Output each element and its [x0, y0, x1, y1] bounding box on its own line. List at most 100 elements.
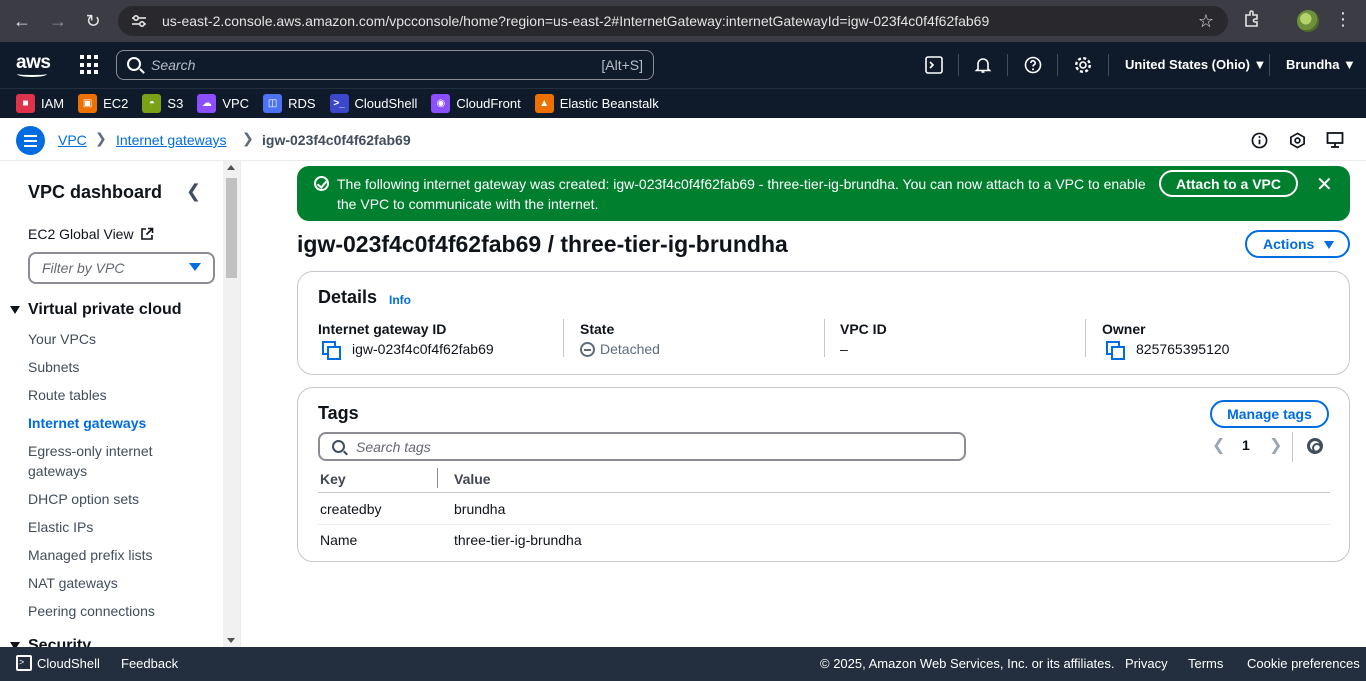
table-preferences-gear-icon[interactable]: [1307, 438, 1323, 454]
sidebar-title[interactable]: VPC dashboard: [28, 182, 162, 203]
favorite-cloudfront[interactable]: ◉ CloudFront: [431, 94, 521, 113]
column-divider: [1085, 319, 1086, 357]
ec2-global-view-link[interactable]: EC2 Global View: [28, 226, 154, 242]
favorite-label: EC2: [103, 96, 129, 111]
reload-icon[interactable]: ↻: [76, 4, 110, 38]
sidebar-item-route-tables[interactable]: Route tables: [28, 385, 107, 405]
ec2-global-view-label: EC2 Global View: [28, 226, 134, 242]
site-settings-icon[interactable]: [130, 12, 148, 30]
aws-top-nav: aws Search [Alt+S] United States (Ohio) …: [0, 42, 1366, 88]
account-menu[interactable]: Brundha ▼: [1286, 57, 1356, 72]
breadcrumb-vpc[interactable]: VPC: [58, 132, 87, 148]
tag-value-cell: three-tier-ig-brundha: [454, 532, 582, 548]
url-text: us-east-2.console.aws.amazon.com/vpccons…: [162, 13, 990, 29]
breadcrumb-current: igw-023f4c0f4f62fab69: [262, 132, 411, 148]
footer-privacy-link[interactable]: Privacy: [1125, 656, 1168, 671]
footer-feedback-link[interactable]: Feedback: [121, 656, 178, 671]
breadcrumb-bar: VPC ❯ Internet gateways ❯ igw-023f4c0f4f…: [0, 119, 1366, 161]
aws-logo[interactable]: aws: [16, 52, 51, 77]
settings-gear-icon[interactable]: [1072, 54, 1094, 76]
scrollbar-thumb[interactable]: [226, 178, 237, 278]
filter-by-vpc-select[interactable]: Filter by VPC: [28, 252, 215, 284]
global-search-input[interactable]: Search [Alt+S]: [116, 50, 654, 80]
back-icon[interactable]: ←: [5, 4, 39, 38]
region-selector[interactable]: United States (Ohio) ▼: [1125, 57, 1266, 72]
breadcrumb-internet-gateways[interactable]: Internet gateways: [116, 132, 227, 148]
extensions-icon[interactable]: [1242, 9, 1262, 32]
footer-terms-link[interactable]: Terms: [1188, 656, 1223, 671]
favorite-vpc[interactable]: ☁ VPC: [197, 94, 249, 113]
copy-icon[interactable]: [1106, 341, 1125, 360]
chevron-right-icon: ❯: [95, 130, 107, 146]
services-grid-icon[interactable]: [80, 55, 100, 75]
cloudshell-icon[interactable]: [923, 54, 945, 76]
browser-toolbar: ← → ↻ us-east-2.console.aws.amazon.com/v…: [0, 0, 1366, 42]
security-shield-icon[interactable]: [1288, 131, 1306, 149]
favorite-label: IAM: [41, 96, 65, 111]
sidebar-scrollbar[interactable]: [223, 161, 240, 647]
info-link[interactable]: Info: [389, 293, 411, 307]
info-panel-icon[interactable]: [1250, 131, 1268, 149]
previous-page-icon[interactable]: ❮: [1212, 435, 1225, 455]
sidebar-item-dhcp-option-sets[interactable]: DHCP option sets: [28, 489, 139, 509]
manage-tags-button[interactable]: Manage tags: [1210, 400, 1329, 428]
section-label: Virtual private cloud: [28, 301, 182, 318]
side-navigation-toggle[interactable]: [16, 126, 45, 155]
side-navigation: VPC dashboard ❮ EC2 Global View Filter b…: [0, 161, 241, 647]
favorite-elastic-beanstalk[interactable]: ▲ Elastic Beanstalk: [534, 94, 659, 113]
footer-cookie-preferences-link[interactable]: Cookie preferences: [1247, 656, 1360, 671]
sidebar-item-subnets[interactable]: Subnets: [28, 357, 79, 377]
sidebar-item-managed-prefix-lists[interactable]: Managed prefix lists: [28, 545, 153, 565]
scroll-down-arrow-icon[interactable]: [227, 638, 235, 643]
scroll-up-arrow-icon[interactable]: [227, 165, 235, 170]
sidebar-section-virtual-private-cloud[interactable]: Virtual private cloud: [10, 301, 182, 319]
detached-status-icon: [580, 341, 595, 357]
sidebar-item-nat-gateways[interactable]: NAT gateways: [28, 573, 118, 593]
search-tags-input[interactable]: Search tags: [318, 432, 966, 461]
favorite-rds[interactable]: ◫ RDS: [263, 94, 316, 113]
sidebar-item-peering-connections[interactable]: Peering connections: [28, 601, 155, 621]
forward-icon[interactable]: →: [41, 4, 75, 38]
favorite-s3[interactable]: ◓ S3: [142, 94, 183, 113]
footer-cloudshell-link[interactable]: CloudShell: [37, 656, 100, 671]
copy-icon[interactable]: [322, 341, 341, 360]
actions-button[interactable]: Actions: [1245, 230, 1350, 258]
sidebar-item-egress-only-internet-gateways[interactable]: Egress-only internet gateways: [28, 441, 178, 481]
next-page-icon[interactable]: ❯: [1269, 435, 1282, 455]
sidebar-section-security[interactable]: Security: [10, 637, 91, 647]
sidebar-item-elastic-ips[interactable]: Elastic IPs: [28, 517, 93, 537]
field-label: State: [580, 321, 615, 337]
owner-field: Owner 825765395120: [1102, 321, 1229, 360]
browser-menu-icon[interactable]: ⋮: [1334, 9, 1352, 30]
profile-avatar[interactable]: [1297, 10, 1319, 32]
sidebar-item-your-vpcs[interactable]: Your VPCs: [28, 329, 96, 349]
current-page-number[interactable]: 1: [1242, 437, 1250, 453]
details-heading: Details: [318, 287, 378, 307]
column-resizer[interactable]: [437, 468, 438, 488]
feedback-monitor-icon[interactable]: [1326, 131, 1344, 149]
external-link-icon: [140, 227, 153, 240]
collapse-sidebar-icon[interactable]: ❮: [186, 181, 201, 202]
close-icon[interactable]: ✕: [1316, 172, 1333, 197]
favorite-cloudshell[interactable]: >_ CloudShell: [329, 94, 418, 113]
favorite-iam[interactable]: ■ IAM: [16, 94, 64, 113]
tag-key-cell: createdby: [320, 501, 382, 517]
column-header-key[interactable]: Key: [320, 471, 346, 487]
bookmark-star-icon[interactable]: ☆: [1198, 11, 1214, 32]
row-divider: [318, 524, 1330, 525]
favorites-bar: ■ IAM ▣ EC2 ◓ S3 ☁ VPC ◫ RDS >_ CloudShell ◉ Cl…: [0, 88, 1366, 118]
favorite-label: CloudShell: [354, 96, 418, 111]
section-label: Security: [28, 637, 92, 647]
tags-panel: Tags Manage tags Search tags ❮ 1 ❯ Key V…: [297, 387, 1350, 562]
notifications-bell-icon[interactable]: [972, 54, 994, 76]
attach-to-vpc-button[interactable]: Attach to a VPC: [1159, 170, 1298, 197]
cloudshell-icon[interactable]: >: [16, 655, 32, 671]
sidebar-item-internet-gateways[interactable]: Internet gateways: [28, 413, 146, 433]
internet-gateway-id-value: igw-023f4c0f4f62fab69: [352, 341, 494, 357]
help-icon[interactable]: [1022, 54, 1044, 76]
column-divider: [563, 319, 564, 357]
favorite-ec2[interactable]: ▣ EC2: [78, 94, 128, 113]
column-header-value[interactable]: Value: [454, 471, 491, 487]
page-title: igw-023f4c0f4f62fab69 / three-tier-ig-br…: [297, 231, 788, 257]
address-bar[interactable]: us-east-2.console.aws.amazon.com/vpccons…: [118, 6, 1228, 36]
